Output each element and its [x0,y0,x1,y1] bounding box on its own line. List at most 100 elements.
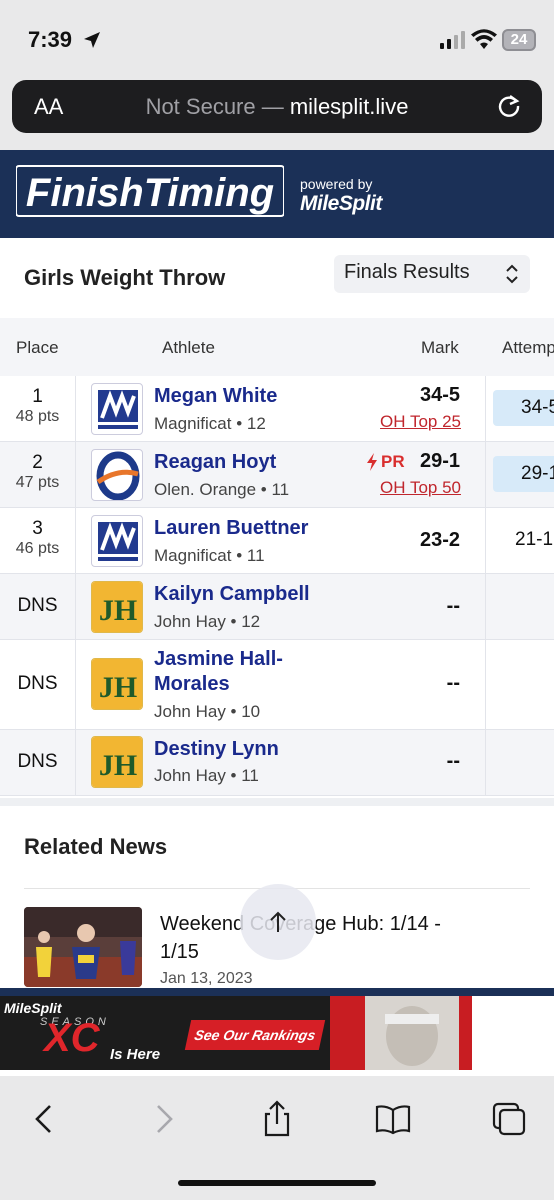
athlete-name-line2[interactable]: Morales [154,673,230,696]
ad-banner[interactable]: MileSplit SEASON XC Is Here See Our Rank… [0,988,554,1076]
place-value: 2 [32,452,43,473]
header-attempts: Attemp [502,338,554,357]
battery-indicator: 24 [502,29,536,51]
athlete-team: John Hay • 10 [154,702,261,721]
athlete-name-line1[interactable]: Jasmine Hall- [154,648,283,671]
athlete-team: John Hay • 11 [154,766,259,785]
site-banner: FinishTiming powered by MileSplit [0,150,554,238]
athlete-name[interactable]: Lauren Buettner [154,517,308,540]
attempts-divider [485,574,486,639]
athlete-name[interactable]: Kailyn Campbell [154,583,310,606]
mark-value: 23-2 [419,529,460,551]
results-select-value: Finals Results [344,261,470,283]
attempt-value: 21-1 [515,529,554,550]
ad-top-border [0,988,554,996]
place-cell: 3 46 pts [0,508,76,573]
news-item-date: Jan 13, 2023 [160,970,253,987]
address-bar[interactable]: AA Not Secure — milesplit.live [12,80,542,133]
state-rank-link[interactable]: OH Top 50 [380,478,461,498]
header-mark: Mark [421,338,459,357]
team-logo-johnhay: JH [91,658,143,710]
mark-value: -- [446,672,460,694]
scroll-to-top-button[interactable] [240,884,316,960]
results-select[interactable]: Finals Results [334,255,530,293]
finishtiming-logo[interactable]: FinishTiming [16,162,284,222]
header-place: Place [16,338,59,357]
johnhay-logo-icon: JH [92,737,142,787]
powered-by-label: powered by [300,176,373,192]
status-time: 7:39 [28,27,73,52]
johnhay-logo-icon: JH [92,659,142,709]
team-logo-magnificat [91,515,143,567]
bookmarks-icon[interactable] [374,1100,412,1138]
url-text[interactable]: Not Secure — milesplit.live [12,94,542,120]
share-icon[interactable] [258,1100,296,1138]
svg-text:JH: JH [99,749,137,782]
mark-value: 34-5 [419,384,460,406]
attempt-pill: 34-5 [493,390,554,426]
state-rank-link[interactable]: OH Top 25 [380,412,461,432]
attempts-divider [485,730,486,795]
ad-creative[interactable]: MileSplit SEASON XC Is Here See Our Rank… [0,996,472,1070]
event-header: Girls Weight Throw Finals Results [0,238,554,318]
points-value: 47 pts [15,474,60,491]
athlete-name[interactable]: Reagan Hoyt [154,451,276,474]
athlete-team: John Hay • 12 [154,612,261,631]
points-value: 48 pts [15,408,60,425]
athlete-team: Olen. Orange • 11 [154,480,290,499]
athlete-photo-icon [385,1006,439,1066]
status-bar: 7:39 24 [0,0,554,80]
section-divider [0,798,554,806]
related-news-heading: Related News [24,834,168,859]
event-title: Girls Weight Throw [24,265,226,290]
svg-text:JH: JH [99,594,137,627]
wifi-icon [471,29,497,49]
place-value: 3 [32,518,43,539]
johnhay-logo-icon: JH [92,582,142,632]
pr-badge: PR [381,452,405,471]
place-value: DNS [17,751,58,772]
place-value: DNS [17,673,58,694]
attempts-divider [485,508,486,573]
points-value: 46 pts [15,540,60,557]
table-row[interactable]: DNS JH Kailyn Campbell John Hay • 12 -- [0,574,554,640]
runner-photo-icon [24,907,142,987]
svg-text:JH: JH [99,671,137,704]
finishtiming-logo-text: FinishTiming [26,171,274,215]
table-row[interactable]: 2 47 pts Reagan Hoyt Olen. Orange • 11 P… [0,442,554,508]
table-row[interactable]: 1 48 pts Megan White Magnificat • 12 34-… [0,376,554,442]
ad-xc: XC [44,1016,100,1060]
magnificat-logo-icon [98,390,138,429]
table-row[interactable]: DNS JH Jasmine Hall- Morales John Hay • … [0,640,554,730]
place-value: DNS [17,595,58,616]
ad-rankings-button[interactable]: See Our Rankings [184,1020,326,1050]
address-bar-area: AA Not Secure — milesplit.live [0,80,554,150]
attempts-divider [485,640,486,729]
ad-athlete-photo [365,996,459,1070]
url-domain: milesplit.live [289,94,409,119]
cellular-signal-icon [440,31,465,49]
magnificat-logo-icon [98,522,138,561]
athlete-name[interactable]: Megan White [154,385,277,408]
header-athlete: Athlete [162,338,215,357]
back-icon[interactable] [26,1100,64,1138]
place-cell: DNS [0,640,76,729]
reload-icon[interactable] [496,93,522,119]
team-logo-magnificat [91,383,143,435]
table-row[interactable]: DNS JH Destiny Lynn John Hay • 11 -- [0,730,554,796]
place-value: 1 [32,386,43,407]
table-row[interactable]: 3 46 pts Lauren Buettner Magnificat • 11… [0,508,554,574]
tabs-icon[interactable] [490,1100,528,1138]
place-cell: DNS [0,730,76,795]
results-table-header: Place Athlete Mark Attemp [0,318,554,376]
athlete-name[interactable]: Destiny Lynn [154,738,279,761]
mark-value: -- [446,750,460,772]
place-cell: 1 48 pts [0,376,76,441]
home-indicator [178,1180,376,1186]
team-logo-orange [91,449,143,501]
news-thumbnail[interactable] [24,907,142,987]
location-arrow-icon [84,32,100,48]
athlete-team: Magnificat • 12 [154,414,266,433]
milesplit-logo[interactable]: MileSplit [300,192,382,216]
forward-icon[interactable] [144,1100,182,1138]
